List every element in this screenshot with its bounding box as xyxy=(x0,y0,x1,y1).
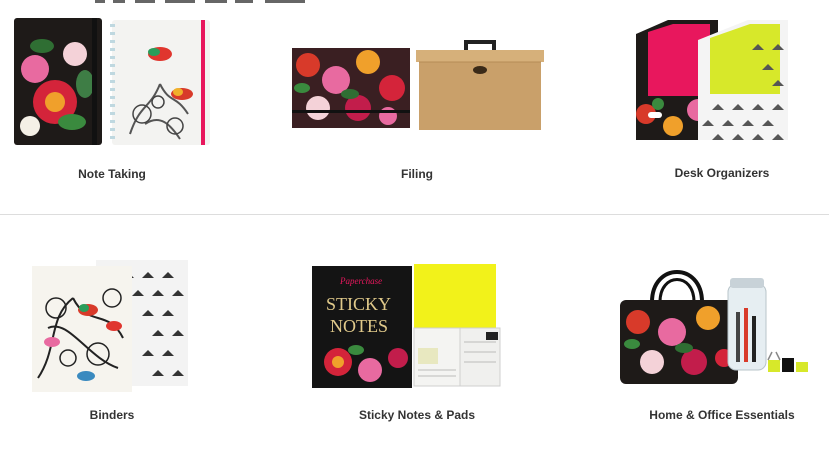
binders-image xyxy=(28,258,193,393)
filing-image xyxy=(288,40,548,135)
category-label: Filing xyxy=(401,167,433,181)
sticky-notes-image: Paperchase STICKY NOTES xyxy=(310,262,510,390)
category-label: Note Taking xyxy=(78,167,146,181)
category-filing[interactable]: Filing xyxy=(288,40,548,190)
home-office-image xyxy=(612,262,822,390)
cover-title-line2: NOTES xyxy=(330,316,388,336)
section-divider xyxy=(0,214,829,215)
category-sticky-notes[interactable]: Paperchase STICKY NOTES Sticky Notes & P… xyxy=(310,262,530,428)
category-label: Binders xyxy=(89,408,135,422)
category-label: Sticky Notes & Pads xyxy=(358,408,476,422)
cover-script: Paperchase xyxy=(339,276,382,286)
heading-fragment xyxy=(95,0,305,3)
category-label: Home & Office Essentials xyxy=(649,408,795,422)
category-home-office[interactable]: Home & Office Essentials xyxy=(612,262,822,428)
desk-organizers-image xyxy=(628,14,793,149)
category-desk-organizers[interactable]: Desk Organizers xyxy=(628,14,818,189)
note-taking-image xyxy=(10,14,215,149)
cut-heading-remnant xyxy=(95,0,355,3)
cover-title-line1: STICKY xyxy=(326,294,391,314)
category-note-taking[interactable]: Note Taking xyxy=(10,14,215,189)
category-label: Desk Organizers xyxy=(674,166,770,180)
category-binders[interactable]: Binders xyxy=(28,258,198,428)
